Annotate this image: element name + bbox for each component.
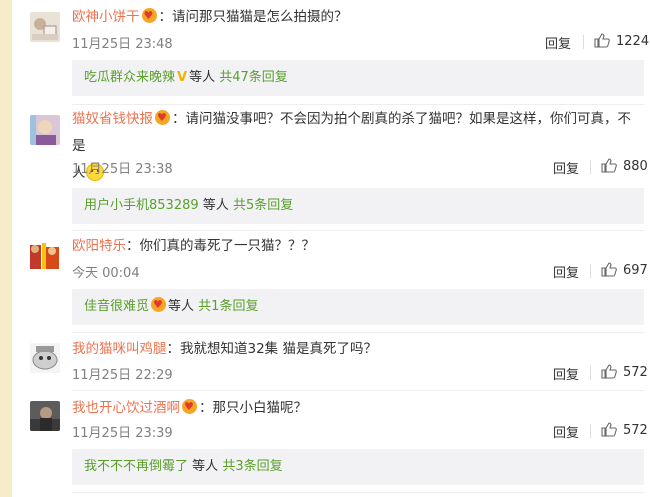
comment-time: 今天 00:04 — [72, 266, 140, 281]
reply-button[interactable]: 回复 — [545, 33, 571, 52]
comment-username[interactable]: 欧阳特乐 — [72, 238, 126, 254]
view-replies-link[interactable]: 共5条回复 — [233, 198, 293, 213]
separator — [590, 424, 591, 438]
comment-text: ：请问那只猫猫是怎么拍摄的？ — [158, 9, 348, 25]
comment-text: ：你们真的毒死了一只猫？？？ — [126, 238, 315, 254]
separator — [590, 366, 591, 380]
separator — [590, 264, 591, 278]
reply-summary: 用户小手机853289 等人 共5条回复 — [72, 188, 644, 224]
reply-user-link[interactable]: 用户小手机853289 — [84, 198, 199, 213]
separator — [590, 160, 591, 174]
reply-button[interactable]: 回复 — [553, 364, 579, 383]
reply-summary: 我不不不再倒霉了 等人 共3条回复 — [72, 449, 644, 485]
comment-body: 我的猫咪叫鸡腿：我就想知道32集 猫是真死了吗？ — [72, 336, 642, 363]
view-replies-link[interactable]: 共47条回复 — [219, 70, 288, 85]
divider — [72, 492, 644, 493]
comment-time: 11月25日 23:39 — [72, 426, 173, 441]
avatar[interactable] — [30, 115, 60, 145]
comment-text: ：我就想知道32集 猫是真死了吗？ — [166, 341, 377, 357]
thumbs-up-icon — [594, 33, 610, 48]
thumbs-up-icon — [601, 262, 617, 277]
divider — [72, 332, 644, 333]
reply-button[interactable]: 回复 — [553, 262, 579, 281]
page-edge-strip — [0, 0, 12, 497]
comment-username[interactable]: 欧神小饼干 — [72, 9, 140, 25]
divider — [72, 390, 644, 391]
v-badge-icon: V — [177, 70, 188, 85]
member-badge-icon — [155, 110, 170, 125]
reply-user-link[interactable]: 吃瓜群众来晚辣 — [84, 70, 175, 85]
divider — [72, 230, 644, 231]
like-count: 880 — [623, 159, 648, 174]
comment-time: 11月25日 22:29 — [72, 368, 173, 383]
like-button[interactable]: 572 — [601, 422, 648, 438]
comment-body: 我也开心饮过酒啊 ：那只小白猫呢？ — [72, 395, 642, 422]
comment-username[interactable]: 我也开心饮过酒啊 — [72, 400, 180, 416]
reply-button[interactable]: 回复 — [553, 422, 579, 441]
avatar[interactable] — [30, 12, 60, 42]
like-button[interactable]: 697 — [601, 262, 648, 278]
comment-time: 11月25日 23:38 — [72, 162, 173, 177]
reply-suffix: 等人 — [192, 459, 219, 474]
like-count: 1224 — [616, 34, 650, 49]
reply-suffix: 等人 — [202, 198, 229, 213]
member-badge-icon — [182, 399, 197, 414]
comment-text: ：那只小白猫呢？ — [199, 400, 307, 416]
comment-body: 欧阳特乐：你们真的毒死了一只猫？？？ — [72, 233, 642, 260]
member-badge-icon — [141, 8, 157, 23]
comment-username[interactable]: 我的猫咪叫鸡腿 — [72, 341, 167, 357]
comment-username[interactable]: 猫奴省钱快报 — [72, 111, 153, 127]
like-count: 697 — [623, 263, 648, 278]
reply-button[interactable]: 回复 — [553, 158, 579, 177]
reply-user-link[interactable]: 佳音很难觅 — [84, 299, 149, 314]
reply-summary: 佳音很难觅 等人 共1条回复 — [72, 289, 644, 325]
avatar[interactable] — [30, 343, 60, 373]
reply-summary: 吃瓜群众来晚辣 V 等人 共47条回复 — [72, 60, 644, 96]
like-count: 572 — [623, 365, 648, 380]
avatar[interactable] — [30, 401, 60, 431]
thumbs-up-icon — [601, 158, 617, 173]
view-replies-link[interactable]: 共3条回复 — [222, 459, 282, 474]
reply-suffix: 等人 — [168, 299, 195, 314]
avatar[interactable] — [30, 241, 60, 271]
view-replies-link[interactable]: 共1条回复 — [198, 299, 258, 314]
like-button[interactable]: 880 — [601, 158, 648, 174]
separator — [583, 35, 584, 49]
thumbs-up-icon — [601, 422, 617, 437]
comment-body: 欧神小饼干 ：请问那只猫猫是怎么拍摄的？ — [72, 4, 642, 31]
reply-suffix: 等人 — [189, 70, 216, 85]
like-button[interactable]: 572 — [601, 364, 648, 380]
like-count: 572 — [623, 423, 648, 438]
thumbs-up-icon — [601, 364, 617, 379]
like-button[interactable]: 1224 — [594, 33, 649, 49]
comment-time: 11月25日 23:48 — [72, 37, 173, 52]
reply-user-link[interactable]: 我不不不再倒霉了 — [84, 459, 188, 474]
member-badge-icon — [151, 297, 167, 312]
divider — [72, 104, 644, 105]
